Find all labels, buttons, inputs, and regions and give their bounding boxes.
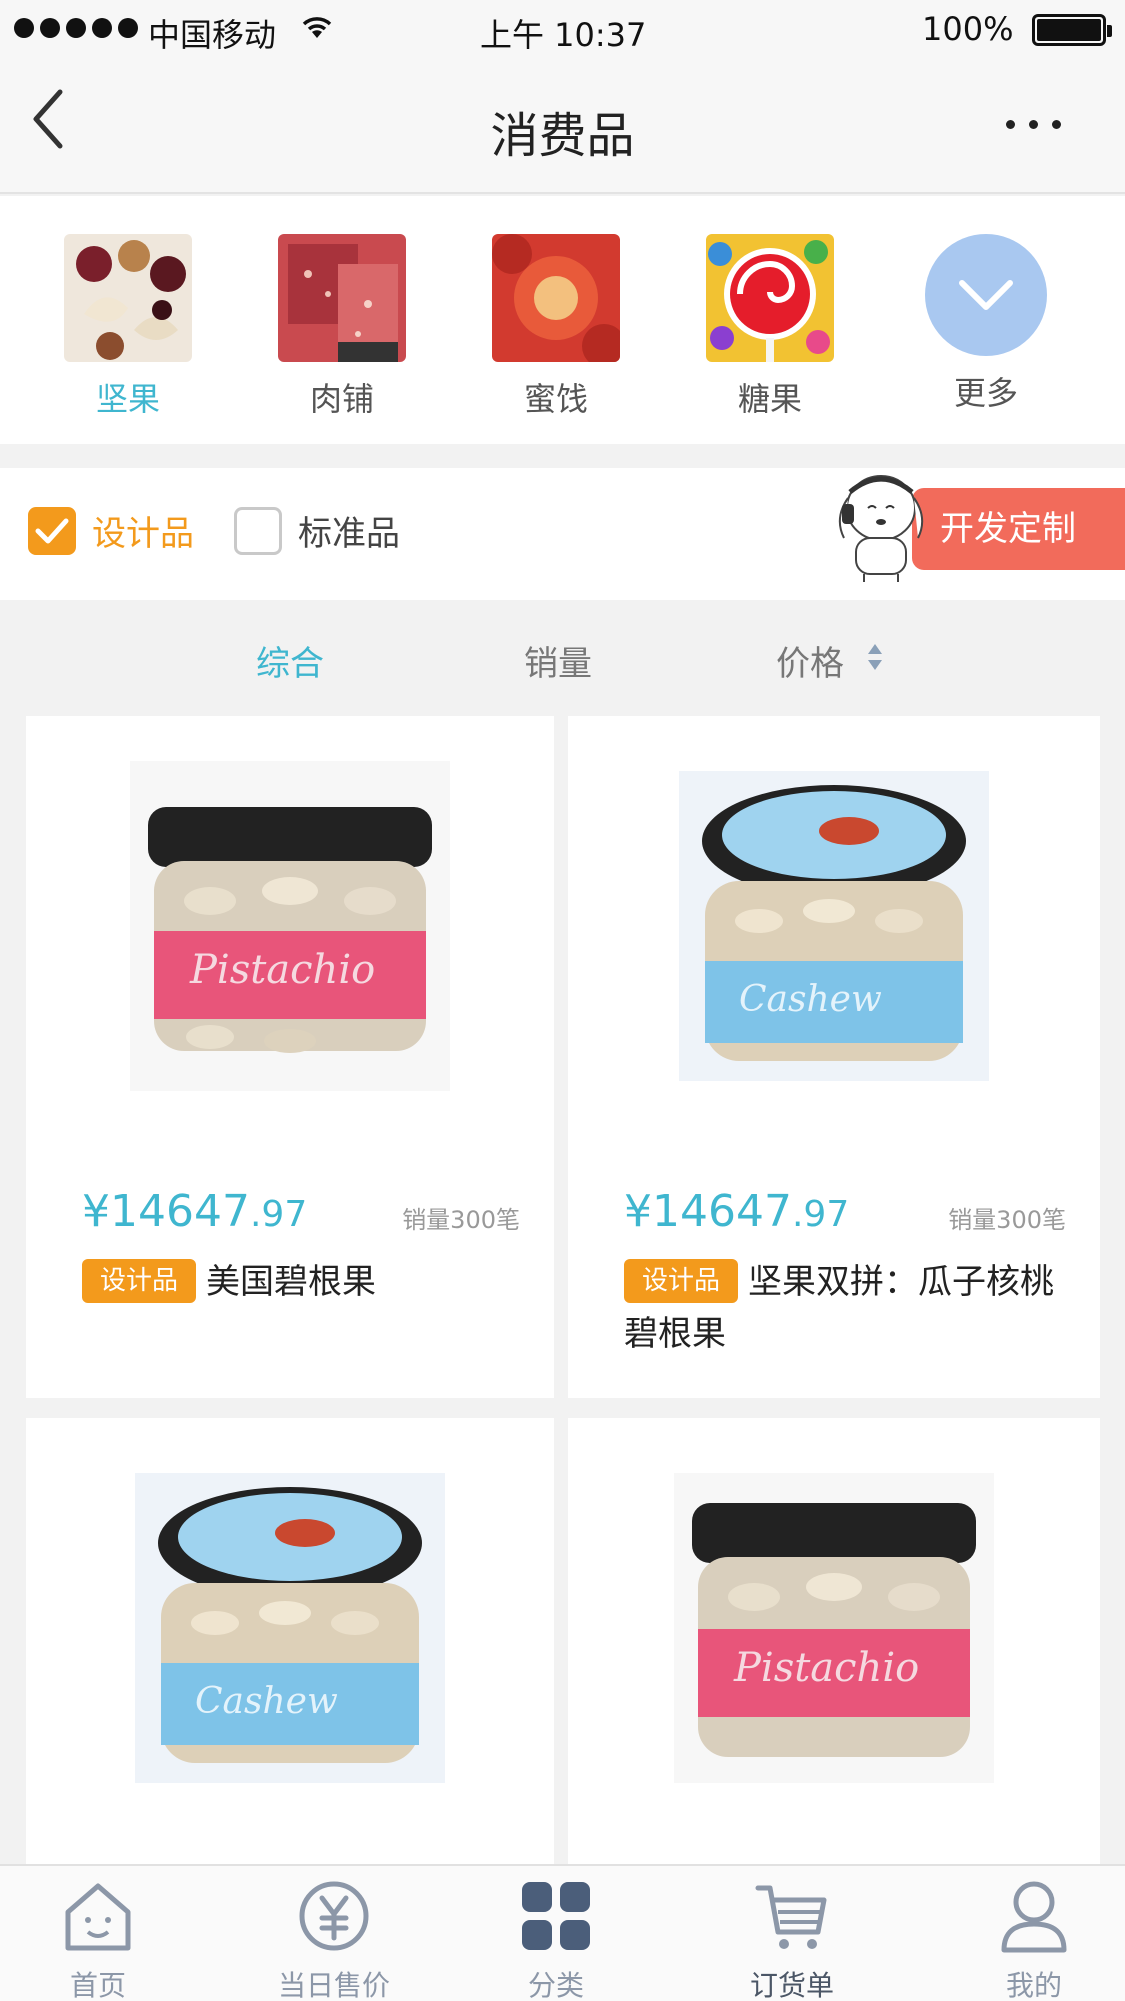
- product-card[interactable]: Cashew: [26, 1418, 554, 1864]
- category-label: 蜜饯: [523, 380, 588, 418]
- tab-profile[interactable]: 我的: [954, 1876, 1114, 2001]
- expand-more-button[interactable]: [925, 234, 1047, 356]
- sort-sales-tab[interactable]: 销量: [524, 636, 592, 685]
- product-card[interactable]: Pistachio ¥14647.97 销量300笔 设计品 美国碧根果: [26, 716, 554, 1398]
- checkbox-checked-icon: [28, 506, 76, 555]
- tab-label: 首页: [69, 1969, 126, 2001]
- svg-text:Pistachio: Pistachio: [189, 947, 375, 993]
- category-label: 更多: [953, 374, 1018, 412]
- yen-icon: [299, 1881, 369, 1951]
- product-sales-count: 销量300笔: [948, 1206, 1066, 1234]
- dog-mascot-icon: [838, 475, 924, 582]
- category-item-more[interactable]: 更多: [916, 234, 1056, 414]
- svg-text:Cashew: Cashew: [739, 979, 882, 1020]
- tab-home[interactable]: 首页: [18, 1876, 178, 2001]
- product-type-filter: 设计品 标准品 开发定制: [0, 468, 1125, 600]
- category-label: 糖果: [737, 380, 802, 418]
- product-card[interactable]: Pistachio: [568, 1418, 1100, 1864]
- category-item-candy[interactable]: 糖果: [700, 234, 840, 420]
- status-bar: 中国移动 上午 10:37 100%: [0, 0, 1125, 60]
- category-item-nuts[interactable]: 坚果: [58, 234, 198, 420]
- design-product-label: 设计品: [92, 514, 194, 554]
- tab-daily-price[interactable]: 当日售价: [254, 1876, 414, 2001]
- chevron-down-icon: [959, 280, 1013, 310]
- category-label: 肉铺: [309, 380, 374, 418]
- category-item-candied-fruit[interactable]: 蜜饯: [486, 234, 626, 420]
- custom-development-button[interactable]: 开发定制: [912, 488, 1125, 570]
- tab-label: 我的: [1005, 1969, 1062, 2001]
- tab-order-list[interactable]: 订货单: [712, 1876, 872, 2001]
- tab-category[interactable]: 分类: [476, 1876, 636, 2001]
- product-name: 设计品 美国碧根果: [82, 1256, 514, 1308]
- clock-time: 上午 10:37: [480, 16, 647, 54]
- user-icon: [1001, 1881, 1067, 1953]
- page-title: 消费品: [490, 108, 635, 164]
- standard-product-checkbox[interactable]: 标准品: [234, 506, 400, 555]
- product-image: Pistachio: [568, 1418, 1100, 1838]
- product-image: Cashew: [26, 1418, 554, 1838]
- wifi-icon: [302, 17, 332, 38]
- tab-label: 订货单: [749, 1969, 834, 2001]
- bottom-tab-bar: 首页 当日售价 分类 订货单 我的: [0, 1864, 1125, 2001]
- product-image: Cashew: [568, 716, 1100, 1136]
- product-name: 设计品 坚果双拼：瓜子核桃碧根果: [624, 1256, 1060, 1360]
- battery-icon: [1032, 14, 1112, 46]
- standard-product-label: 标准品: [298, 514, 400, 554]
- category-label: 坚果: [95, 380, 160, 418]
- grid-icon: [522, 1882, 590, 1950]
- svg-text:Pistachio: Pistachio: [733, 1645, 919, 1691]
- checkbox-unchecked-icon: [234, 506, 282, 555]
- category-item-jerky[interactable]: 肉铺: [272, 234, 412, 420]
- nuts-thumbnail: [64, 234, 192, 362]
- jerky-thumbnail: [278, 234, 406, 362]
- home-icon: [65, 1883, 131, 1951]
- carrier-name: 中国移动: [148, 16, 277, 54]
- sort-price-tab[interactable]: 价格: [776, 636, 844, 685]
- product-price: ¥14647.97: [624, 1186, 850, 1237]
- product-price: ¥14647.97: [82, 1186, 308, 1237]
- candied-fruit-thumbnail: [492, 234, 620, 362]
- signal-strength-icon: [14, 18, 138, 38]
- design-product-badge: 设计品: [82, 1259, 197, 1303]
- candy-thumbnail: [706, 234, 834, 362]
- navigation-bar: 消费品: [0, 60, 1125, 194]
- sort-arrows-icon[interactable]: [866, 642, 884, 672]
- cart-icon: [755, 1885, 827, 1949]
- category-strip: 坚果 肉铺 蜜饯 糖果 更多: [0, 196, 1125, 444]
- sort-overall-tab[interactable]: 综合: [256, 636, 324, 685]
- sort-bar: 综合 销量 价格: [0, 600, 1125, 710]
- more-options-button[interactable]: [1006, 114, 1086, 144]
- design-product-checkbox[interactable]: 设计品: [28, 506, 194, 555]
- product-image: Pistachio: [26, 716, 554, 1136]
- battery-percentage: 100%: [922, 10, 1014, 48]
- tab-label: 分类: [527, 1969, 584, 2001]
- design-product-badge: 设计品: [624, 1259, 739, 1303]
- svg-text:Cashew: Cashew: [195, 1681, 338, 1722]
- tab-label: 当日售价: [277, 1969, 390, 2001]
- product-card[interactable]: Cashew ¥14647.97 销量300笔 设计品 坚果双拼：瓜子核桃碧根果: [568, 716, 1100, 1398]
- product-sales-count: 销量300笔: [402, 1206, 520, 1234]
